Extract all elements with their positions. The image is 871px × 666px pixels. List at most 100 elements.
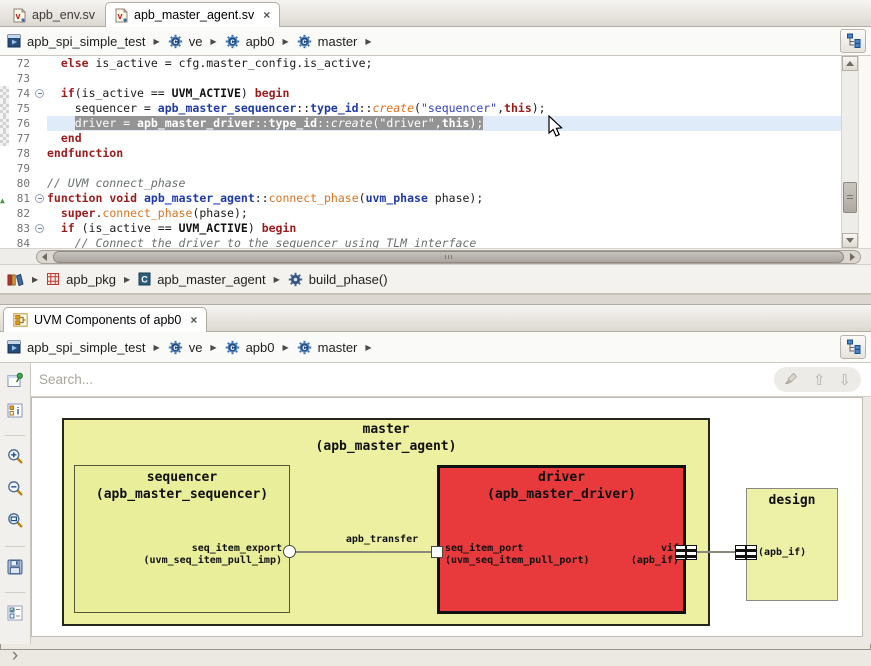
hierarchy-toggle-button[interactable] [840, 29, 866, 53]
code-text[interactable]: driver = apb_master_driver::type_id::cre… [47, 116, 841, 131]
code-area[interactable]: 72 else is_active = cfg.master_config.is… [0, 56, 841, 248]
code-editor[interactable]: 72 else is_active = cfg.master_config.is… [0, 56, 871, 248]
find-next-icon[interactable]: ⇩ [838, 371, 851, 389]
close-icon[interactable]: × [190, 314, 197, 326]
save-icon[interactable] [7, 559, 23, 580]
sash-divider[interactable] [0, 294, 871, 305]
code-line-74[interactable]: 74 if(is_active == UVM_ACTIVE) begin [0, 86, 841, 101]
code-line-75[interactable]: 75 sequencer = apb_master_sequencer::typ… [0, 101, 841, 116]
code-text[interactable]: if (is_active == UVM_ACTIVE) begin [47, 221, 841, 236]
code-text[interactable]: end [47, 131, 841, 146]
zoom-out-icon[interactable] [7, 480, 24, 502]
preferences-icon[interactable] [7, 605, 23, 626]
tab-apb-env[interactable]: v apb_env.sv [3, 2, 105, 27]
breadcrumb-label: apb_spi_simple_test [27, 340, 146, 355]
breadcrumb-item-books[interactable] [5, 272, 26, 286]
clear-highlight-icon[interactable] [784, 370, 800, 389]
seq-item-export-port[interactable] [283, 545, 296, 558]
code-text[interactable]: endfunction [47, 146, 841, 161]
code-text[interactable]: // Connect the driver to the sequencer u… [47, 236, 841, 248]
code-text[interactable]: if(is_active == UVM_ACTIVE) begin [47, 86, 841, 101]
toolbar-more-chevron[interactable]: › [12, 646, 18, 665]
code-text[interactable]: function void apb_master_agent::connect_… [47, 191, 841, 206]
code-line-76[interactable]: 76 driver = apb_master_driver::type_id::… [0, 116, 841, 131]
code-line-83[interactable]: 83 if (is_active == UVM_ACTIVE) begin [0, 221, 841, 236]
show-details-icon[interactable]: i [7, 403, 23, 423]
scroll-right-button[interactable] [845, 251, 860, 263]
scroll-left-button[interactable] [37, 251, 52, 263]
code-text[interactable]: // UVM connect_phase [47, 176, 841, 191]
code-line-81[interactable]: ▲81function void apb_master_agent::conne… [0, 191, 841, 206]
sequencer-port-label: seq_item_export(uvm_seq_item_pull_imp) [82, 543, 282, 567]
code-line-73[interactable]: 73 [0, 71, 841, 86]
annotation-ruler [0, 116, 9, 131]
breadcrumb-item-master[interactable]: cmaster [295, 340, 360, 355]
fold-marker[interactable] [35, 89, 44, 98]
code-text[interactable] [47, 71, 841, 86]
close-icon[interactable]: × [263, 9, 270, 21]
seq-item-port[interactable] [431, 546, 443, 558]
breadcrumb-label: apb0 [246, 340, 275, 355]
breadcrumb-item-apb0[interactable]: c apb0 [223, 340, 277, 355]
breadcrumb-item-ve[interactable]: cve [166, 340, 205, 355]
chevron-right-icon[interactable]: ▶ [210, 37, 216, 46]
fold-marker[interactable] [35, 194, 44, 203]
vertical-scrollbar[interactable] [841, 56, 858, 248]
scrollbar-thumb[interactable] [53, 251, 844, 263]
code-line-77[interactable]: 77 end [0, 131, 841, 146]
breadcrumb-item-apb0[interactable]: capb0 [223, 34, 277, 49]
pin-search-icon[interactable] [7, 372, 24, 393]
scrollbar-track[interactable] [842, 71, 858, 233]
tab-apb-master-agent[interactable]: v apb_master_agent.sv × [105, 2, 280, 27]
chevron-right-icon[interactable]: ▶ [283, 37, 289, 46]
hierarchy-toggle-button[interactable] [840, 335, 866, 359]
zoom-fit-icon[interactable] [7, 512, 24, 534]
chevron-right-icon[interactable]: ▶ [274, 275, 280, 284]
chevron-right-icon[interactable]: ▶ [210, 343, 216, 352]
search-bar[interactable]: Search... ⇧ ⇩ [31, 363, 871, 397]
annotation-ruler [0, 221, 9, 236]
fold-marker[interactable] [35, 224, 44, 233]
chevron-right-icon[interactable]: ▶ [283, 343, 289, 352]
chevron-right-icon[interactable]: ▶ [154, 37, 160, 46]
code-text[interactable] [47, 161, 841, 176]
vif-port[interactable] [675, 545, 697, 560]
chevron-right-icon[interactable]: ▶ [32, 275, 38, 284]
scroll-down-button[interactable] [842, 233, 858, 248]
breadcrumb-item-build_phase()[interactable]: build_phase() [286, 272, 390, 287]
breadcrumb-item-ve[interactable]: cve [166, 34, 205, 49]
svg-text:c: c [302, 343, 307, 352]
uvm-diagram-canvas[interactable]: master(apb_master_agent) sequencer(apb_m… [31, 397, 863, 637]
annotation-ruler [0, 206, 9, 221]
find-previous-icon[interactable]: ⇧ [813, 371, 826, 389]
horizontal-scrollbar[interactable] [36, 250, 861, 264]
search-input[interactable]: Search... [31, 372, 93, 387]
code-line-72[interactable]: 72 else is_active = cfg.master_config.is… [0, 56, 841, 71]
code-text[interactable]: else is_active = cfg.master_config.is_ac… [47, 56, 841, 71]
code-line-78[interactable]: 78endfunction [0, 146, 841, 161]
code-text[interactable]: sequencer = apb_master_sequencer::type_i… [47, 101, 841, 116]
breadcrumb-item-apb_spi_simple_test[interactable]: apb_spi_simple_test [5, 34, 148, 49]
breadcrumb-item-apb_spi_simple_test[interactable]: apb_spi_simple_test [5, 340, 148, 355]
breadcrumb-item-apb_pkg[interactable]: apb_pkg [44, 272, 118, 287]
code-line-84[interactable]: 84 // Connect the driver to the sequence… [0, 236, 841, 248]
zoom-in-icon[interactable] [7, 448, 24, 470]
tab-uvm-components[interactable]: UVM Components of apb0 × [3, 307, 207, 332]
code-text[interactable]: super.connect_phase(phase); [47, 206, 841, 221]
scroll-up-button[interactable] [842, 56, 858, 71]
breadcrumb-item-apb_master_agent[interactable]: Capb_master_agent [136, 272, 267, 287]
code-line-82[interactable]: 82 super.connect_phase(phase); [0, 206, 841, 221]
code-line-80[interactable]: 80// UVM connect_phase [0, 176, 841, 191]
design-if-port[interactable] [735, 545, 757, 560]
code-line-79[interactable]: 79 [0, 161, 841, 176]
chevron-right-icon[interactable]: ▶ [365, 37, 371, 46]
sequencer-title: sequencer(apb_master_sequencer) [74, 469, 290, 503]
svg-text:c: c [230, 343, 235, 352]
chevron-right-icon[interactable]: ▶ [124, 275, 130, 284]
chevron-right-icon[interactable]: ▶ [154, 343, 160, 352]
scrollbar-thumb[interactable] [843, 182, 857, 213]
fold-column [34, 116, 47, 131]
svg-text:c: c [302, 37, 307, 46]
chevron-right-icon[interactable]: ▶ [365, 343, 371, 352]
breadcrumb-item-master[interactable]: cmaster [295, 34, 360, 49]
